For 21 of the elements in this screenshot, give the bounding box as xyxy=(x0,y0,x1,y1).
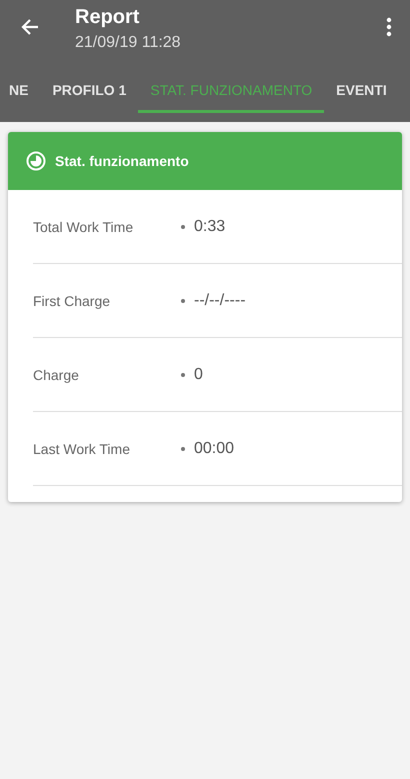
card-title: Stat. funzionamento xyxy=(55,153,189,169)
stat-value: 00:00 xyxy=(194,440,234,458)
bullet-icon xyxy=(181,298,185,302)
report-date: 21/09/19 11:28 xyxy=(75,34,182,52)
stat-label: Total Work Time xyxy=(33,218,134,234)
more-icon[interactable] xyxy=(386,17,392,37)
bullet-icon xyxy=(181,224,185,228)
tab[interactable]: EVENTI xyxy=(324,68,399,113)
tab[interactable]: NE xyxy=(0,68,40,113)
stat-value: --/--/---- xyxy=(194,292,246,310)
back-arrow-icon[interactable] xyxy=(20,17,40,37)
stat-value: 0 xyxy=(194,366,203,384)
stat-label: First Charge xyxy=(33,292,112,308)
stat-value: 0:33 xyxy=(194,218,226,236)
bullet-icon xyxy=(181,446,185,450)
stat-label: Last Work Time xyxy=(33,440,131,456)
tab[interactable]: PROFILO 1 xyxy=(40,68,138,113)
pie-chart-icon xyxy=(26,151,46,171)
screen-title: Report xyxy=(75,6,140,29)
bullet-icon xyxy=(181,372,185,376)
stat-label: Charge xyxy=(33,366,80,382)
